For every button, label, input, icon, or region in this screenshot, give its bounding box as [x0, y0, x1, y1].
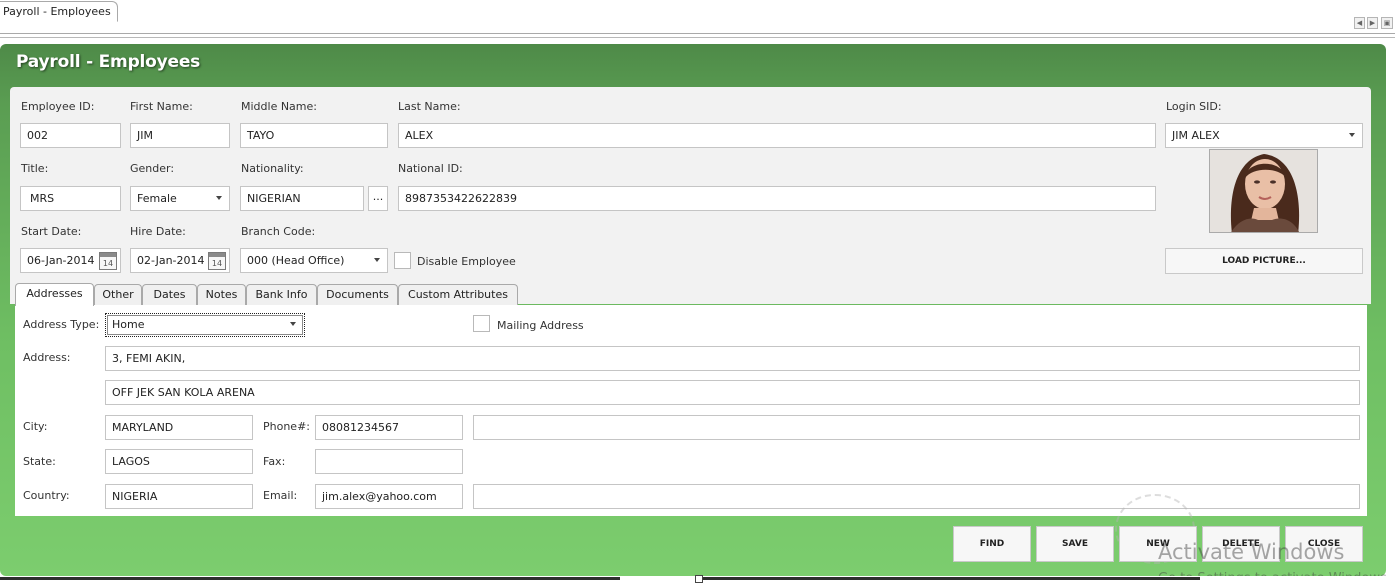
- city-field[interactable]: MARYLAND: [105, 415, 253, 440]
- state-label: State:: [23, 455, 56, 468]
- chevron-down-icon: [1349, 133, 1355, 137]
- tab-bank-info[interactable]: Bank Info: [246, 284, 317, 305]
- address-type-label: Address Type:: [23, 318, 100, 331]
- first-name-field[interactable]: JIM: [130, 123, 230, 148]
- chevron-down-icon: [216, 196, 222, 200]
- phone-field[interactable]: 08081234567: [315, 415, 463, 440]
- scroll-right-icon[interactable]: ▶: [1367, 17, 1378, 29]
- country-field[interactable]: NIGERIA: [105, 484, 253, 509]
- gender-value: Female: [137, 192, 177, 205]
- activate-windows-watermark: Activate Windows: [1158, 540, 1345, 564]
- country-label: Country:: [23, 489, 70, 502]
- login-sid-label: Login SID:: [1166, 100, 1222, 113]
- employee-id-field[interactable]: 002: [20, 123, 121, 148]
- last-name-label: Last Name:: [398, 100, 461, 113]
- panel-gutter: [1386, 44, 1395, 576]
- start-date-picker[interactable]: 06-Jan-2014 14: [20, 248, 121, 273]
- national-id-field[interactable]: 8987353422622839: [398, 186, 1156, 211]
- load-picture-button[interactable]: LOAD PICTURE...: [1165, 248, 1363, 274]
- tab-custom-attributes[interactable]: Custom Attributes: [398, 284, 518, 305]
- divider: [0, 37, 1395, 38]
- state-field[interactable]: LAGOS: [105, 449, 253, 474]
- title-field[interactable]: MRS: [20, 186, 121, 211]
- resize-handle[interactable]: [695, 575, 703, 583]
- branch-code-select[interactable]: 000 (Head Office): [240, 248, 388, 273]
- fax-label: Fax:: [263, 455, 286, 468]
- phone-extra-field[interactable]: [473, 415, 1360, 440]
- tab-addresses[interactable]: Addresses: [15, 283, 94, 306]
- middle-name-field[interactable]: TAYO: [240, 123, 388, 148]
- fax-field[interactable]: [315, 449, 463, 474]
- portrait-image: [1210, 150, 1317, 232]
- employee-photo: [1209, 149, 1318, 233]
- hire-date-label: Hire Date:: [130, 225, 186, 238]
- tab-other[interactable]: Other: [94, 284, 142, 305]
- national-id-label: National ID:: [398, 162, 463, 175]
- gender-select[interactable]: Female: [130, 186, 230, 211]
- document-tabstrip: Payroll - Employees ◀ ▶ ▣: [0, 0, 1395, 34]
- calendar-icon[interactable]: 14: [208, 252, 226, 270]
- email-extra-field[interactable]: [473, 484, 1360, 509]
- disable-employee-checkbox[interactable]: [394, 252, 411, 269]
- branch-code-label: Branch Code:: [241, 225, 316, 238]
- first-name-label: First Name:: [130, 100, 193, 113]
- address-line2-field[interactable]: OFF JEK SAN KOLA ARENA: [105, 380, 1360, 405]
- tab-dates[interactable]: Dates: [142, 284, 197, 305]
- email-field[interactable]: jim.alex@yahoo.com: [315, 484, 463, 509]
- mailing-address-label: Mailing Address: [497, 319, 584, 332]
- login-sid-select[interactable]: JIM ALEX: [1165, 123, 1363, 148]
- mailing-address-checkbox[interactable]: [473, 315, 490, 332]
- last-name-field[interactable]: ALEX: [398, 123, 1156, 148]
- tab-notes[interactable]: Notes: [197, 284, 246, 305]
- nationality-label: Nationality:: [241, 162, 304, 175]
- nationality-field[interactable]: NIGERIAN: [240, 186, 364, 211]
- window-title: Payroll - Employees: [16, 52, 201, 72]
- scroll-left-icon[interactable]: ◀: [1354, 17, 1365, 29]
- address-type-select[interactable]: Home: [105, 313, 305, 337]
- tab-documents[interactable]: Documents: [317, 284, 398, 305]
- calendar-icon[interactable]: 14: [99, 252, 117, 270]
- email-label: Email:: [263, 489, 298, 502]
- save-button[interactable]: SAVE: [1036, 526, 1114, 562]
- chevron-down-icon: [374, 258, 380, 262]
- address-type-value: Home: [112, 318, 145, 331]
- gender-label: Gender:: [130, 162, 175, 175]
- document-tab-payroll-employees[interactable]: Payroll - Employees: [0, 1, 118, 22]
- middle-name-label: Middle Name:: [241, 100, 317, 113]
- login-sid-value: JIM ALEX: [1172, 129, 1220, 142]
- city-label: City:: [23, 420, 48, 433]
- branch-code-value: 000 (Head Office): [247, 254, 345, 267]
- start-date-label: Start Date:: [21, 225, 82, 238]
- address-line1-field[interactable]: 3, FEMI AKIN,: [105, 346, 1360, 371]
- hire-date-picker[interactable]: 02-Jan-2014 14: [130, 248, 230, 273]
- disable-employee-label: Disable Employee: [417, 255, 516, 268]
- hire-date-value: 02-Jan-2014: [137, 254, 205, 267]
- window-list-icon[interactable]: ▣: [1381, 17, 1393, 29]
- divider: [700, 577, 1200, 580]
- start-date-value: 06-Jan-2014: [27, 254, 95, 267]
- divider: [0, 577, 620, 580]
- title-label: Title:: [21, 162, 49, 175]
- phone-label: Phone#:: [263, 420, 310, 433]
- employee-id-label: Employee ID:: [21, 100, 95, 113]
- chevron-down-icon: [290, 322, 296, 326]
- nationality-browse-button[interactable]: ...: [368, 186, 388, 211]
- address-label: Address:: [23, 351, 71, 364]
- find-button[interactable]: FIND: [953, 526, 1031, 562]
